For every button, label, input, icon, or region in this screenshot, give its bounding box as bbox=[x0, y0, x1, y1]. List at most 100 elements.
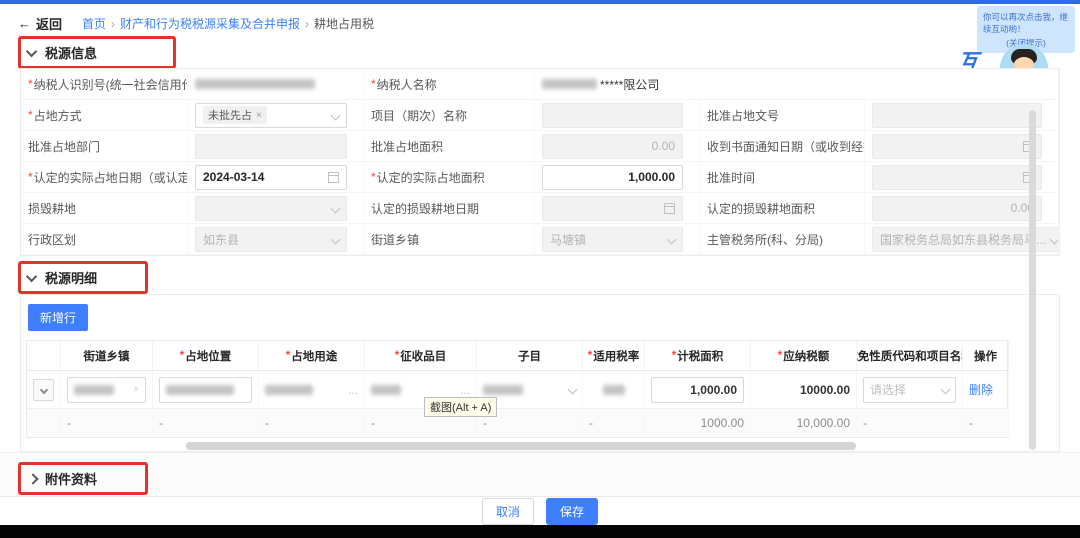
back-button[interactable]: ← 返回 bbox=[18, 14, 62, 33]
admin-region-cell: 如东县 bbox=[188, 224, 364, 255]
redacted-text bbox=[542, 79, 597, 89]
chevron-down-icon bbox=[26, 270, 37, 281]
assistant-bubble-text: 你可以再次点击我，继续互动哟！ bbox=[983, 12, 1068, 34]
chevron-down-icon bbox=[667, 234, 677, 244]
actual-date-label: *认定的实际占地日期（或认定的... bbox=[21, 162, 188, 193]
notice-date-label: 收到书面通知日期（或收到经批... bbox=[700, 131, 865, 162]
add-row-button[interactable]: 新增行 bbox=[28, 304, 88, 331]
screenshot-tooltip: 截图(Alt + A) bbox=[424, 397, 497, 417]
breadcrumb-module[interactable]: 财产和行为税税源采集及合并申报 bbox=[120, 15, 300, 32]
section-tax-source-info[interactable]: 税源信息 bbox=[18, 36, 176, 69]
detail-table: 街道乡镇 *占地位置 *占地用途 *征收品目 子目 *适用税率 *计税面积 *应… bbox=[26, 340, 1008, 438]
col-levy-item: *征收品目 bbox=[365, 341, 477, 371]
footer-action-bar: 取消 保存 bbox=[0, 497, 1080, 525]
section-title: 附件资料 bbox=[45, 469, 97, 488]
chevron-down-icon bbox=[331, 234, 341, 244]
tax-rate-cell bbox=[583, 371, 645, 409]
redacted-text bbox=[166, 385, 234, 395]
section-title: 税源信息 bbox=[45, 43, 97, 62]
col-tax-rate: *适用税率 bbox=[583, 341, 645, 371]
tax-source-detail-panel: 新增行 街道乡镇 *占地位置 *占地用途 *征收品目 子目 *适用税率 *计税面… bbox=[20, 294, 1060, 452]
occupy-mode-cell: 未批先占× bbox=[188, 100, 364, 131]
col-action: 操作 bbox=[963, 341, 1009, 371]
chevron-down-icon bbox=[26, 45, 37, 56]
col-tax-amount: *应纳税额 bbox=[751, 341, 857, 371]
approve-dept-input bbox=[195, 134, 347, 159]
usage-cell[interactable]: ... bbox=[259, 371, 365, 409]
tag-remove-icon[interactable]: × bbox=[256, 110, 262, 121]
chevron-down-icon bbox=[568, 385, 578, 395]
redacted-text bbox=[483, 385, 523, 395]
damaged-land-cell bbox=[188, 193, 364, 224]
table-total-row: - - - - - - 1000.00 10,000.00 - - bbox=[27, 409, 1007, 437]
approve-time-label: 批准时间 bbox=[700, 162, 865, 193]
admin-region-label: 行政区划 bbox=[21, 224, 188, 255]
col-tax-area: *计税面积 bbox=[645, 341, 751, 371]
row-expand-button[interactable] bbox=[33, 379, 54, 401]
tax-amount-cell: 10000.00 bbox=[751, 371, 857, 409]
damaged-area-input: 0.00 bbox=[872, 196, 1042, 221]
top-blue-strip bbox=[0, 0, 1080, 4]
approve-area-input: 0.00 bbox=[542, 134, 683, 159]
section-attachments[interactable]: 附件资料 bbox=[18, 462, 148, 495]
breadcrumb: 首页 › 财产和行为税税源采集及合并申报 › 耕地占用税 bbox=[82, 15, 374, 32]
approve-dept-label: 批准占地部门 bbox=[21, 131, 188, 162]
clear-icon[interactable]: × bbox=[133, 384, 139, 395]
tax-office-label: 主管税务所(科、分局) bbox=[700, 224, 865, 255]
col-sub-item: 子目 bbox=[477, 341, 583, 371]
chevron-down-icon bbox=[39, 385, 47, 393]
taxpayer-id-label: *纳税人识别号(统一社会信用代码) bbox=[21, 69, 188, 100]
damaged-land-label: 损毁耕地 bbox=[21, 193, 188, 224]
town-label: 街道乡镇 bbox=[364, 224, 535, 255]
approve-dept-cell bbox=[188, 131, 364, 162]
occupy-mode-select[interactable]: 未批先占× bbox=[195, 103, 347, 128]
breadcrumb-current: 耕地占用税 bbox=[314, 15, 374, 32]
notice-date-picker bbox=[872, 134, 1042, 159]
occupy-mode-label: *占地方式 bbox=[21, 100, 188, 131]
breadcrumb-home[interactable]: 首页 bbox=[82, 15, 106, 32]
cancel-button[interactable]: 取消 bbox=[482, 498, 534, 525]
redacted-text bbox=[371, 385, 401, 395]
approve-doc-label: 批准占地文号 bbox=[700, 100, 865, 131]
redacted-text bbox=[603, 385, 625, 395]
section-title: 税源明细 bbox=[45, 268, 97, 287]
town-input[interactable]: × bbox=[67, 377, 146, 403]
delete-row-link[interactable]: 删除 bbox=[969, 381, 993, 398]
back-arrow-icon: ← bbox=[18, 16, 31, 31]
col-reduction: 减免性质代码和项目名称 bbox=[857, 341, 963, 371]
save-button[interactable]: 保存 bbox=[546, 498, 598, 525]
damaged-date-cell bbox=[535, 193, 700, 224]
chevron-down-icon bbox=[1050, 234, 1059, 244]
col-expand bbox=[27, 341, 61, 371]
chevron-down-icon bbox=[331, 110, 341, 120]
taxpayer-id-value bbox=[188, 69, 364, 100]
damaged-area-label: 认定的损毁耕地面积 bbox=[700, 193, 865, 224]
tax-source-info-form: *纳税人识别号(统一社会信用代码) *纳税人名称 *****限公司 *占地方式 … bbox=[20, 68, 1060, 256]
actual-area-input[interactable]: 1,000.00 bbox=[542, 165, 683, 190]
damaged-date-label: 认定的损毁耕地日期 bbox=[364, 193, 535, 224]
tax-area-input[interactable]: 1,000.00 bbox=[651, 377, 744, 403]
town-cell: 马塘镇 bbox=[535, 224, 700, 255]
actual-date-picker[interactable]: 2024-03-14 bbox=[195, 165, 347, 190]
section-tax-source-detail[interactable]: 税源明细 bbox=[18, 261, 148, 294]
chevron-down-icon bbox=[331, 203, 341, 213]
horizontal-scrollbar-thumb[interactable] bbox=[186, 442, 856, 450]
chevron-right-icon bbox=[27, 473, 38, 484]
calendar-icon bbox=[664, 203, 675, 214]
vertical-scrollbar-thumb[interactable] bbox=[1029, 110, 1036, 450]
project-name-cell bbox=[535, 100, 700, 131]
location-input[interactable] bbox=[159, 377, 252, 403]
chevron-down-icon bbox=[941, 385, 951, 395]
reduction-select[interactable]: 请选择 bbox=[863, 377, 956, 403]
actual-area-label: *认定的实际占地面积 bbox=[364, 162, 535, 193]
redacted-text bbox=[265, 385, 313, 395]
damaged-land-select bbox=[195, 196, 347, 221]
project-name-label: 项目（期次）名称 bbox=[364, 100, 535, 131]
selected-tag: 未批先占× bbox=[203, 106, 267, 124]
col-usage: *占地用途 bbox=[259, 341, 365, 371]
page-header: ← 返回 首页 › 财产和行为税税源采集及合并申报 › 耕地占用税 bbox=[18, 14, 374, 33]
taxpayer-name-value: *****限公司 bbox=[535, 69, 1059, 100]
calendar-icon bbox=[328, 172, 339, 183]
horizontal-scrollbar[interactable] bbox=[26, 442, 981, 450]
redacted-text bbox=[195, 79, 315, 89]
